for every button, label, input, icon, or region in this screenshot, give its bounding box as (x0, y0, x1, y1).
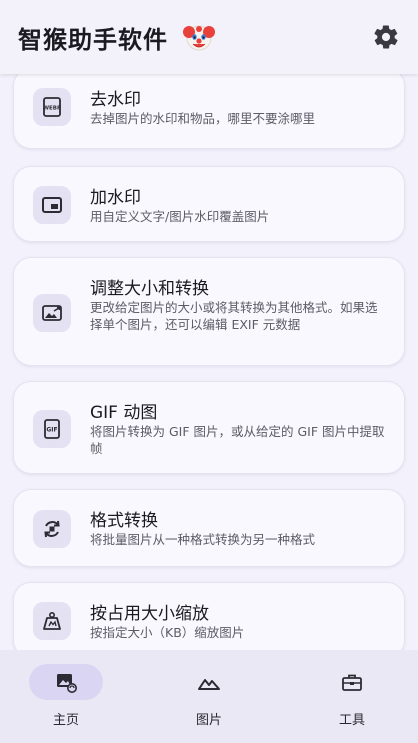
nav-tools[interactable]: 工具 (302, 664, 402, 734)
card-gif[interactable]: GIF GIF 动图 将图片转换为 GIF 图片，或从给定的 GIF 图片中提取… (13, 381, 405, 474)
webp-icon: WEBP (33, 88, 71, 126)
card-desc: 去掉图片的水印和物品，哪里不要涂哪里 (90, 111, 316, 126)
card-desc: 更改给定图片的大小或将其转换为其他格式。如果选择单个图片，还可以编辑 EXIF … (90, 300, 378, 332)
card-title: 格式转换 (90, 511, 158, 531)
picture-in-picture-icon (33, 186, 71, 224)
gif-icon: GIF (33, 410, 71, 448)
card-desc: 将图片转换为 GIF 图片，或从给定的 GIF 图片中提取帧 (90, 424, 385, 456)
nav-images-pill[interactable] (172, 664, 246, 700)
bottom-nav: 主页 图片 工具 (0, 650, 418, 743)
card-resize-convert[interactable]: 调整大小和转换 更改给定图片的大小或将其转换为其他格式。如果选择单个图片，还可以… (13, 257, 405, 366)
weight-icon (33, 602, 71, 640)
card-title: 按占用大小缩放 (90, 604, 209, 624)
nav-home[interactable]: 主页 (16, 664, 116, 734)
card-title: GIF 动图 (90, 403, 158, 423)
nav-images[interactable]: 图片 (159, 664, 259, 734)
nav-images-label: 图片 (195, 713, 222, 728)
nav-tools-pill[interactable] (315, 664, 389, 700)
card-desc: 用自定义文字/图片水印覆盖图片 (90, 209, 270, 224)
card-format-convert[interactable]: 格式转换 将批量图片从一种格式转换为另一种格式 (13, 489, 405, 567)
nav-tools-label: 工具 (338, 713, 365, 728)
card-remove-watermark[interactable]: WEBP 去水印 去掉图片的水印和物品，哪里不要涂哪里 (13, 74, 405, 149)
nav-home-label: 主页 (52, 713, 79, 728)
app-title: 智猴助手软件 (18, 25, 168, 54)
app-bar: 智猴助手软件 (0, 0, 418, 74)
nav-home-pill[interactable] (29, 664, 103, 700)
landscape-icon (198, 679, 220, 690)
card-scale-by-size[interactable]: 按占用大小缩放 按指定大小（KB）缩放图片 (13, 582, 405, 650)
card-desc: 将批量图片从一种格式转换为另一种格式 (90, 532, 316, 547)
cycle-icon (33, 510, 71, 548)
card-desc: 按指定大小（KB）缩放图片 (90, 625, 245, 640)
gear-icon[interactable] (372, 23, 400, 51)
card-title: 去水印 (90, 90, 141, 110)
card-add-watermark[interactable]: 加水印 用自定义文字/图片水印覆盖图片 (13, 166, 405, 242)
svg-text:GIF: GIF (46, 427, 57, 434)
photo-resize-icon (33, 294, 71, 332)
card-title: 调整大小和转换 (90, 279, 209, 299)
tool-list[interactable]: WEBP 去水印 去掉图片的水印和物品，哪里不要涂哪里 加水印 用自定义文字/图… (0, 74, 418, 650)
svg-text:WEBP: WEBP (43, 106, 61, 112)
image-sync-icon (57, 674, 77, 693)
clown-face-icon (183, 25, 215, 51)
toolbox-icon (342, 674, 362, 691)
card-title: 加水印 (90, 188, 141, 208)
